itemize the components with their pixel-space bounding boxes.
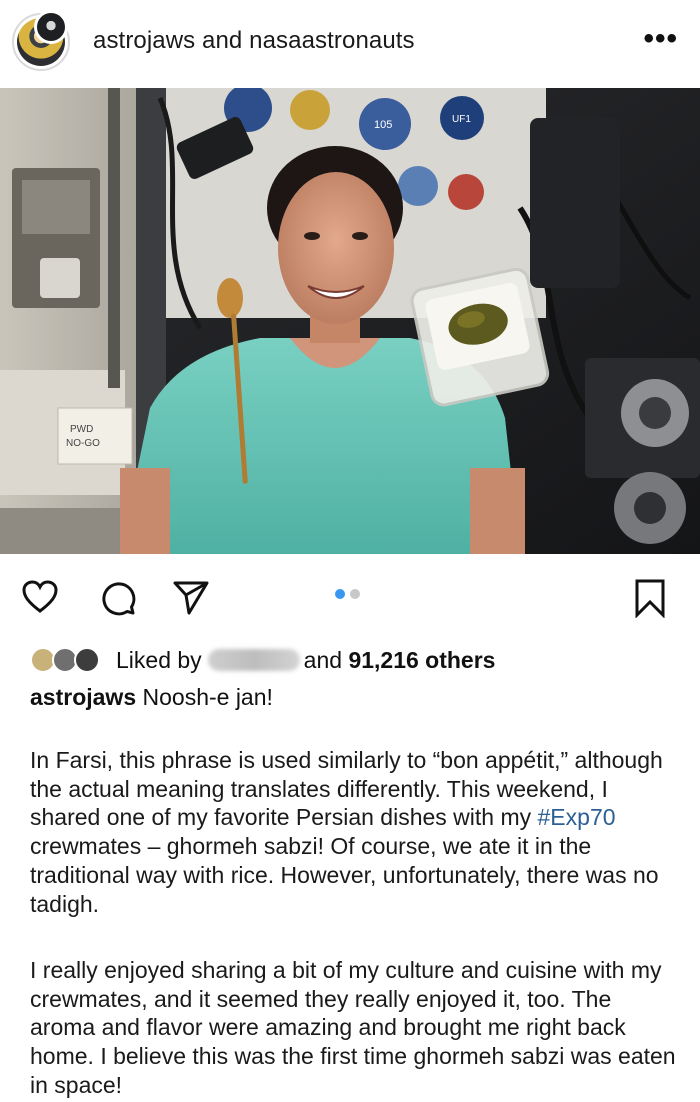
heart-icon[interactable] [22, 580, 58, 619]
post-usernames[interactable]: astrojaws and nasaastronauts [93, 27, 415, 55]
likes-text: Liked by and 91,216 others [116, 646, 495, 674]
caption-paragraph-2: I really enjoyed sharing a bit of my cul… [30, 957, 676, 1098]
caption-username[interactable]: astrojaws [30, 684, 136, 710]
hashtag-link[interactable]: #Exp70 [538, 804, 616, 830]
note-text-2: NO-GO [66, 438, 100, 449]
likes-row[interactable]: Liked by and 91,216 others [30, 645, 690, 675]
caption-headline: astrojaws Noosh-e jan! [30, 683, 273, 711]
note-text-1: PWD [70, 424, 93, 435]
blurred-username [207, 649, 300, 671]
comment-bubble-icon[interactable] [100, 580, 136, 621]
post-header: astrojaws and nasaastronauts ••• [0, 0, 700, 84]
caption-p1-b: crewmates – ghormeh sabzi! Of course, we… [30, 833, 659, 917]
caption-headline-text: Noosh-e jan! [142, 684, 273, 710]
liker-avatar [74, 647, 100, 673]
carousel-dot [350, 589, 360, 599]
carousel-dot-active [335, 589, 345, 599]
photo-illustration: PWD NO-GO 105 UF1 [0, 88, 700, 554]
action-bar [0, 574, 700, 624]
more-options-icon[interactable]: ••• [643, 24, 678, 54]
patch-label-1: 105 [374, 119, 392, 131]
patch-label-2: UF1 [452, 114, 471, 125]
likes-and: and [303, 647, 343, 673]
liker-avatars [30, 647, 110, 673]
post-photo[interactable]: PWD NO-GO 105 UF1 [0, 88, 700, 554]
paper-plane-icon[interactable] [172, 580, 210, 621]
likes-prefix: Liked by [116, 647, 202, 673]
collab-avatar[interactable] [34, 10, 68, 44]
bookmark-icon[interactable] [634, 578, 666, 623]
likes-count[interactable]: 91,216 others [348, 647, 495, 673]
caption-paragraph-1: In Farsi, this phrase is used similarly … [30, 746, 680, 918]
